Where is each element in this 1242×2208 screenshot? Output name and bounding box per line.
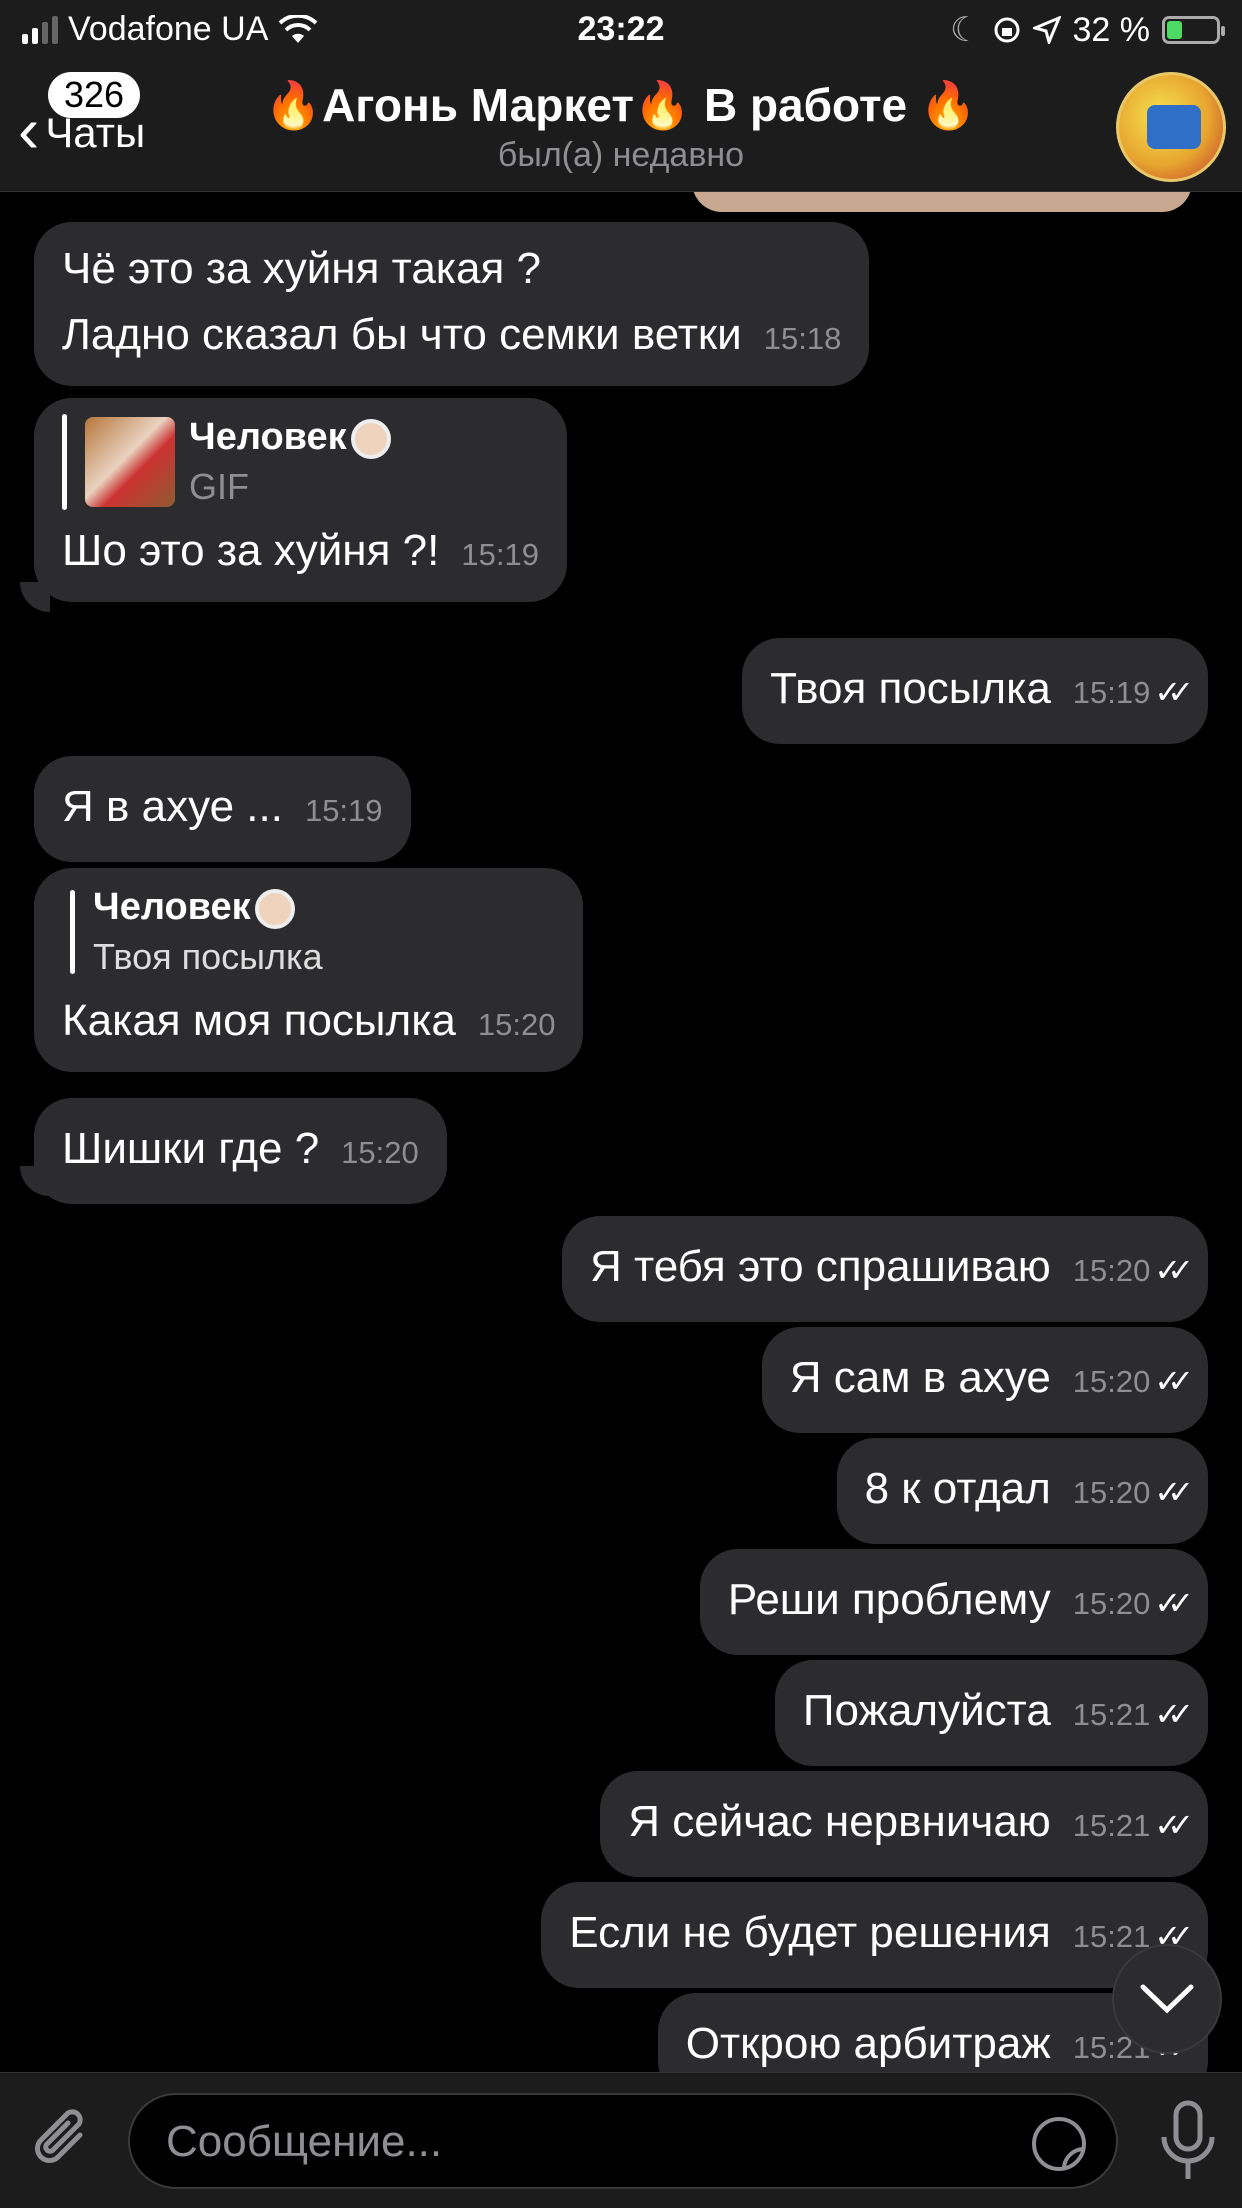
message-bubble[interactable]: Пожалуйста 15:21 ✓✓ [774, 1660, 1208, 1766]
message-bubble[interactable]: Человек GIF Шо это за хуйня ?! 15:19 [34, 398, 567, 602]
message-text: Пожалуйста [802, 1686, 1051, 1735]
message-time: 15:20 [1072, 1586, 1151, 1621]
message-text: Я в ахуе ... [62, 782, 283, 831]
message-time: 15:21 [1072, 1808, 1151, 1843]
unread-badge: 326 [48, 72, 141, 118]
location-icon [1032, 16, 1061, 44]
message-time: 15:18 [763, 321, 842, 356]
message-text: Открою арбитраж [685, 2019, 1051, 2068]
double-check-icon: ✓✓ [1154, 1807, 1193, 1843]
message-time: 15:20 [1072, 1364, 1151, 1399]
scroll-to-bottom-button[interactable] [1112, 1944, 1222, 2054]
message-bubble[interactable]: Я тебя это спрашиваю 15:20 ✓✓ [562, 1216, 1208, 1322]
paperclip-icon[interactable] [28, 2105, 100, 2177]
reply-author: Человек [93, 886, 251, 928]
message-time: 15:19 [461, 537, 539, 572]
message-time: 15:19 [304, 793, 383, 828]
moon-icon: ☾ [950, 11, 981, 49]
message-text: Твоя посылка [770, 664, 1051, 713]
message-bubble[interactable]: Твоя посылка 15:19 ✓✓ [742, 638, 1208, 744]
message-time: 15:20 [1072, 1253, 1151, 1288]
microphone-icon[interactable] [1158, 2099, 1218, 2183]
battery-icon [1162, 16, 1225, 44]
status-right: ☾ 32 % [950, 10, 1225, 50]
double-check-icon: ✓✓ [1154, 674, 1193, 710]
person-emoji-icon [254, 888, 295, 929]
double-check-icon: ✓✓ [1154, 1252, 1193, 1288]
sticker-icon[interactable] [1030, 2115, 1088, 2173]
bubble-tail [20, 1166, 50, 1196]
message-bubble[interactable]: Я сам в ахуе 15:20 ✓✓ [761, 1327, 1208, 1433]
message-text: Ладно сказал бы что семки ветки [62, 310, 742, 359]
reply-text: GIF [189, 466, 249, 507]
chat-header: ‹ Чаты 326 🔥Агонь Маркет🔥 В работе 🔥 был… [0, 62, 1242, 192]
message-list[interactable]: Чё это за хуйня такая ? Ладно сказал бы … [0, 192, 1242, 2072]
message-time: 15:19 [1072, 675, 1151, 710]
rotation-lock-icon [994, 17, 1019, 43]
message-bubble[interactable]: Человек Твоя посылка Какая моя посылка 15… [34, 868, 584, 1072]
message-input[interactable]: Сообщение... [128, 2093, 1118, 2189]
message-text: Если не будет решения [569, 1908, 1051, 1957]
chevron-left-icon: ‹ [18, 94, 40, 166]
message-bubble[interactable]: Шишки где ? 15:20 [34, 1098, 447, 1204]
message-bubble[interactable]: Реши проблему 15:20 ✓✓ [699, 1549, 1208, 1655]
reply-preview[interactable]: Человек GIF [62, 412, 539, 512]
message-text: Чё это за хуйня такая ? [62, 244, 541, 293]
message-bubble[interactable]: Если не будет решения 15:21 ✓✓ [541, 1882, 1208, 1988]
person-emoji-icon [350, 418, 391, 459]
message-text: Я сейчас нервничаю [628, 1797, 1051, 1846]
gif-thumbnail [85, 417, 175, 507]
message-text: Я тебя это спрашиваю [590, 1242, 1051, 1291]
chevron-down-icon [1140, 1984, 1194, 2014]
message-bubble[interactable]: Я в ахуе ... 15:19 [34, 756, 411, 862]
double-check-icon: ✓✓ [1154, 1696, 1193, 1732]
message-text: Шо это за хуйня ?! [62, 526, 440, 575]
double-check-icon: ✓✓ [1154, 1363, 1193, 1399]
double-check-icon: ✓✓ [1154, 1474, 1193, 1510]
message-text: Я сам в ахуе [789, 1353, 1051, 1402]
reply-preview[interactable]: Человек Твоя посылка [70, 882, 555, 982]
message-text: Реши проблему [727, 1575, 1051, 1624]
last-seen-status: был(а) недавно [497, 136, 745, 174]
message-placeholder: Сообщение... [166, 2117, 443, 2166]
double-check-icon: ✓✓ [1154, 1585, 1193, 1621]
message-time: 15:20 [477, 1007, 556, 1042]
message-text: Какая моя посылка [62, 996, 456, 1045]
message-time: 15:20 [1072, 1475, 1151, 1510]
avatar[interactable] [1116, 72, 1226, 182]
message-text: Шишки где ? [62, 1124, 320, 1173]
message-time: 15:20 [341, 1135, 419, 1170]
message-input-bar: Сообщение... [0, 2072, 1242, 2208]
message-text: 8 к отдал [864, 1464, 1051, 1513]
message-bubble[interactable]: 8 к отдал 15:20 ✓✓ [836, 1438, 1208, 1544]
battery-percent: 32 % [1072, 10, 1151, 49]
status-bar: Vodafone UA 23:22 ☾ 32 % [0, 0, 1242, 62]
reply-author: Человек [189, 416, 347, 458]
message-bubble[interactable]: Чё это за хуйня такая ? Ладно сказал бы … [34, 222, 870, 386]
message-time: 15:21 [1072, 1697, 1151, 1732]
chat-title[interactable]: 🔥Агонь Маркет🔥 В работе 🔥 [220, 78, 1022, 133]
reply-text: Твоя посылка [93, 936, 323, 977]
bubble-tail [20, 582, 50, 612]
message-bubble[interactable]: Я сейчас нервничаю 15:21 ✓✓ [600, 1771, 1208, 1877]
previous-media-message[interactable] [692, 192, 1192, 212]
